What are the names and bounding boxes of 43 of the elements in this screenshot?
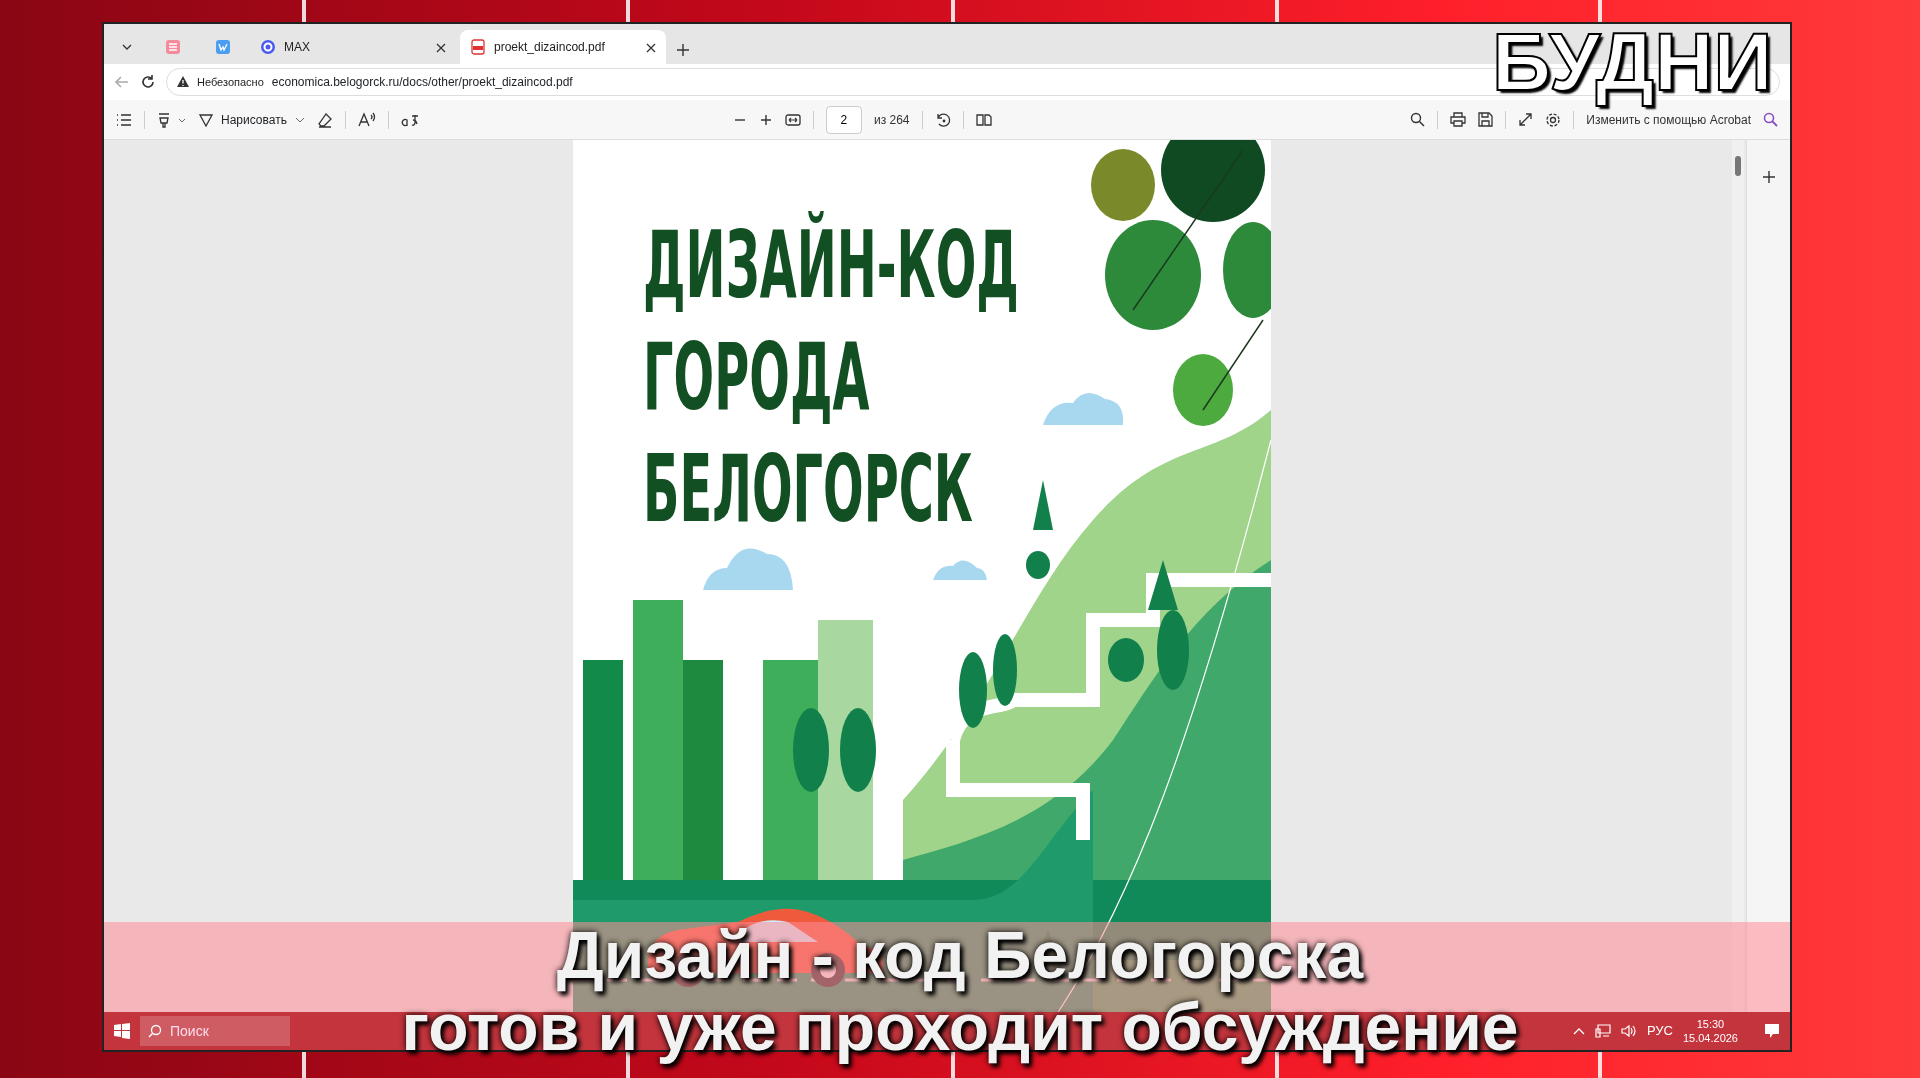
network-icon[interactable] [1594, 1024, 1611, 1038]
contents-list-icon[interactable] [116, 112, 132, 127]
windows-logo-icon[interactable] [114, 1023, 130, 1039]
scroll-thumb[interactable] [1735, 156, 1741, 176]
caret-icon [122, 44, 132, 50]
warning-icon [177, 76, 189, 88]
document-title-line: ДИЗАЙН-КОД [643, 210, 1019, 321]
app-icon [165, 39, 181, 55]
browser-tab[interactable]: MAX [250, 30, 456, 64]
clock-time[interactable]: 15:30 [1682, 1017, 1738, 1031]
reload-icon[interactable] [140, 74, 156, 90]
draw-icon [199, 112, 213, 127]
notification-icon[interactable] [1764, 1023, 1780, 1039]
page-total: из 264 [873, 111, 910, 129]
search-icon[interactable] [1410, 112, 1426, 127]
search-icon [148, 1024, 162, 1038]
page-view-icon[interactable] [975, 112, 992, 127]
print-icon[interactable] [1450, 112, 1467, 127]
save-icon[interactable] [1478, 112, 1494, 127]
document-title-line: ГОРОДА [643, 323, 870, 433]
messenger-icon [260, 39, 276, 55]
clock-date[interactable]: 15.04.2026 [1682, 1031, 1738, 1045]
speaker-icon[interactable] [1620, 1024, 1637, 1038]
edit-in-acrobat-button[interactable]: Изменить с помощью Acrobat [1586, 110, 1751, 129]
security-label: Небезопасно [197, 74, 264, 90]
page-number-field[interactable]: 2 [825, 105, 862, 134]
browser-tab[interactable]: proekt_dizaincod.pdf [460, 30, 666, 64]
fullscreen-icon[interactable] [1518, 112, 1534, 127]
caret-icon [294, 116, 305, 123]
eraser-icon[interactable] [316, 111, 333, 128]
url-text: economica.belogorck.ru/docs/other/proekt_dizaincod.pdf [271, 74, 573, 91]
settings-icon[interactable] [1545, 111, 1562, 128]
add-icon[interactable] [1762, 170, 1776, 184]
highlighter-icon[interactable] [157, 111, 187, 128]
fit-width-icon[interactable] [784, 112, 801, 127]
language-indicator[interactable]: РУС [1646, 1021, 1673, 1041]
pdf-file-icon [470, 39, 486, 55]
read-aloud-icon[interactable] [357, 111, 376, 128]
document-title-line: БЕЛОГОРСК [643, 435, 973, 545]
zoom-in-icon[interactable] [758, 112, 773, 127]
draw-button[interactable]: Нарисовать [199, 110, 305, 129]
chevron-up-icon[interactable] [1572, 1027, 1585, 1035]
rotate-icon[interactable] [934, 111, 951, 128]
